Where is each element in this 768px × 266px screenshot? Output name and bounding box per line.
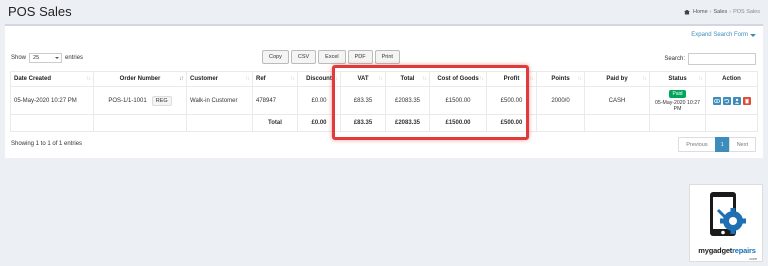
- breadcrumb-current: POS Sales: [733, 9, 760, 15]
- sort-icon: ↑↓: [479, 76, 484, 82]
- table-header-row: Date Created ↑↓ Order Number ↓↑ Customer ↑↓…: [10, 71, 758, 87]
- expand-search-link[interactable]: Expand Search Form: [691, 32, 756, 38]
- sort-icon: ↑↓: [245, 76, 250, 82]
- breadcrumb-separator: ›: [709, 9, 712, 15]
- delete-button[interactable]: [742, 96, 751, 105]
- col-action: Action: [705, 71, 758, 87]
- total-profit: £500.00: [486, 114, 537, 132]
- sort-icon: ↑↓: [333, 76, 338, 82]
- pagination: Previous 1 Next: [678, 137, 756, 152]
- sort-icon: ↑↓: [422, 76, 427, 82]
- search-input[interactable]: [688, 53, 756, 65]
- totals-label: Total: [252, 114, 298, 132]
- col-total[interactable]: Total ↑↓: [385, 71, 430, 87]
- chevron-down-icon: [55, 57, 60, 59]
- cell-profit: £500.00: [486, 86, 537, 115]
- total-vat: £83.35: [340, 114, 386, 132]
- table-info: Showing 1 to 1 of 1 entries: [11, 141, 83, 147]
- cell-vat: £83.35: [340, 86, 386, 115]
- phone-gear-icon: [710, 192, 746, 236]
- next-button[interactable]: Next: [728, 137, 756, 152]
- col-ref[interactable]: Ref ↑↓: [252, 71, 298, 87]
- pdf-button[interactable]: PDF: [347, 50, 373, 64]
- previous-button[interactable]: Previous: [678, 137, 716, 152]
- total-discount: £0.00: [297, 114, 341, 132]
- cell-paid-by: CASH: [584, 86, 650, 115]
- cell-total: £2083.35: [385, 86, 430, 115]
- logo-domain: .com: [748, 256, 757, 261]
- cell-actions: [705, 86, 758, 115]
- expand-search-label: Expand Search Form: [691, 32, 748, 38]
- col-paid-by[interactable]: Paid by ↑↓: [584, 71, 650, 87]
- col-status[interactable]: Status ↑↓: [649, 71, 706, 87]
- watermark-logo: mygadgetrepairs .com: [689, 184, 763, 262]
- cell-status: Paid 05-May-2020 10:27 PM: [649, 86, 706, 115]
- view-button[interactable]: [712, 96, 721, 105]
- cell-discount: £0.00: [297, 86, 341, 115]
- sort-icon: ↑↓: [642, 76, 647, 82]
- col-date-created[interactable]: Date Created ↑↓: [10, 71, 94, 87]
- trash-icon: [744, 98, 749, 103]
- sort-icon: ↑↓: [378, 76, 383, 82]
- excel-button[interactable]: Excel: [318, 50, 346, 64]
- cell-order-number: POS-1/1-1001 REG: [93, 86, 187, 115]
- sort-icon: ↑↓: [698, 76, 703, 82]
- col-discount[interactable]: Discount ↑↓: [297, 71, 341, 87]
- page-1-button[interactable]: 1: [714, 137, 730, 152]
- home-icon[interactable]: [683, 9, 690, 15]
- order-tag: REG: [151, 95, 172, 106]
- copy-button[interactable]: Copy: [262, 50, 289, 64]
- cell-points: 2000/0: [536, 86, 585, 115]
- show-label: Show: [11, 55, 27, 61]
- cell-cost-of-goods: £1500.00: [429, 86, 487, 115]
- totals-row: Total £0.00 £83.35 £2083.35 £1500.00 £50…: [10, 114, 758, 132]
- col-vat[interactable]: VAT ↑↓: [340, 71, 386, 87]
- entries-label: entries: [65, 55, 84, 61]
- col-profit[interactable]: Profit ↑↓: [486, 71, 537, 87]
- sales-panel: Expand Search Form Show 25 entries Copy …: [5, 24, 763, 158]
- logo-wordmark: mygadgetrepairs: [698, 246, 756, 255]
- sort-icon: ↑↓: [86, 76, 91, 82]
- user-button[interactable]: [732, 96, 741, 105]
- export-buttons: Copy CSV Excel PDF Print: [262, 50, 400, 64]
- total-total: £2083.35: [385, 114, 430, 132]
- return-button[interactable]: [722, 96, 731, 105]
- col-points[interactable]: Points ↑↓: [536, 71, 585, 87]
- cell-customer: Walk-in Customer: [186, 86, 253, 115]
- breadcrumb-sales[interactable]: Sales: [713, 9, 727, 15]
- breadcrumb: Home › Sales › POS Sales: [683, 9, 760, 15]
- table-row: 05-May-2020 10:27 PM POS-1/1-1001 REG Wal…: [10, 86, 758, 115]
- csv-button[interactable]: CSV: [290, 50, 317, 64]
- col-cost-of-goods[interactable]: Cost of Goods ↑↓: [429, 71, 487, 87]
- entries-select[interactable]: 25: [29, 53, 63, 63]
- sort-icon: ↑↓: [529, 76, 534, 82]
- col-customer[interactable]: Customer ↑↓: [186, 71, 253, 87]
- breadcrumb-home[interactable]: Home: [693, 9, 708, 15]
- user-icon: [734, 98, 739, 104]
- entries-value: 25: [33, 55, 40, 61]
- cell-date-created: 05-May-2020 10:27 PM: [10, 86, 94, 115]
- breadcrumb-separator: ›: [729, 9, 732, 15]
- sort-icon: ↓↑: [179, 76, 184, 82]
- undo-icon: [724, 98, 729, 103]
- search-control: Search:: [664, 53, 756, 65]
- page-title: POS Sales: [8, 4, 72, 19]
- print-button[interactable]: Print: [374, 50, 400, 64]
- status-date: 05-May-2020 10:27 PM: [655, 99, 700, 112]
- entries-control: Show 25 entries: [11, 53, 83, 63]
- status-badge: Paid: [669, 89, 686, 98]
- sort-icon: ↑↓: [290, 76, 295, 82]
- search-label: Search:: [664, 56, 685, 62]
- total-cost-of-goods: £1500.00: [429, 114, 487, 132]
- col-order-number[interactable]: Order Number ↓↑: [93, 71, 187, 87]
- caret-down-icon: [750, 33, 756, 37]
- sort-icon: ↑↓: [577, 76, 582, 82]
- eye-icon: [713, 98, 720, 103]
- cell-ref: 478947: [252, 86, 298, 115]
- sales-table: Date Created ↑↓ Order Number ↓↑ Customer ↑↓…: [10, 71, 758, 132]
